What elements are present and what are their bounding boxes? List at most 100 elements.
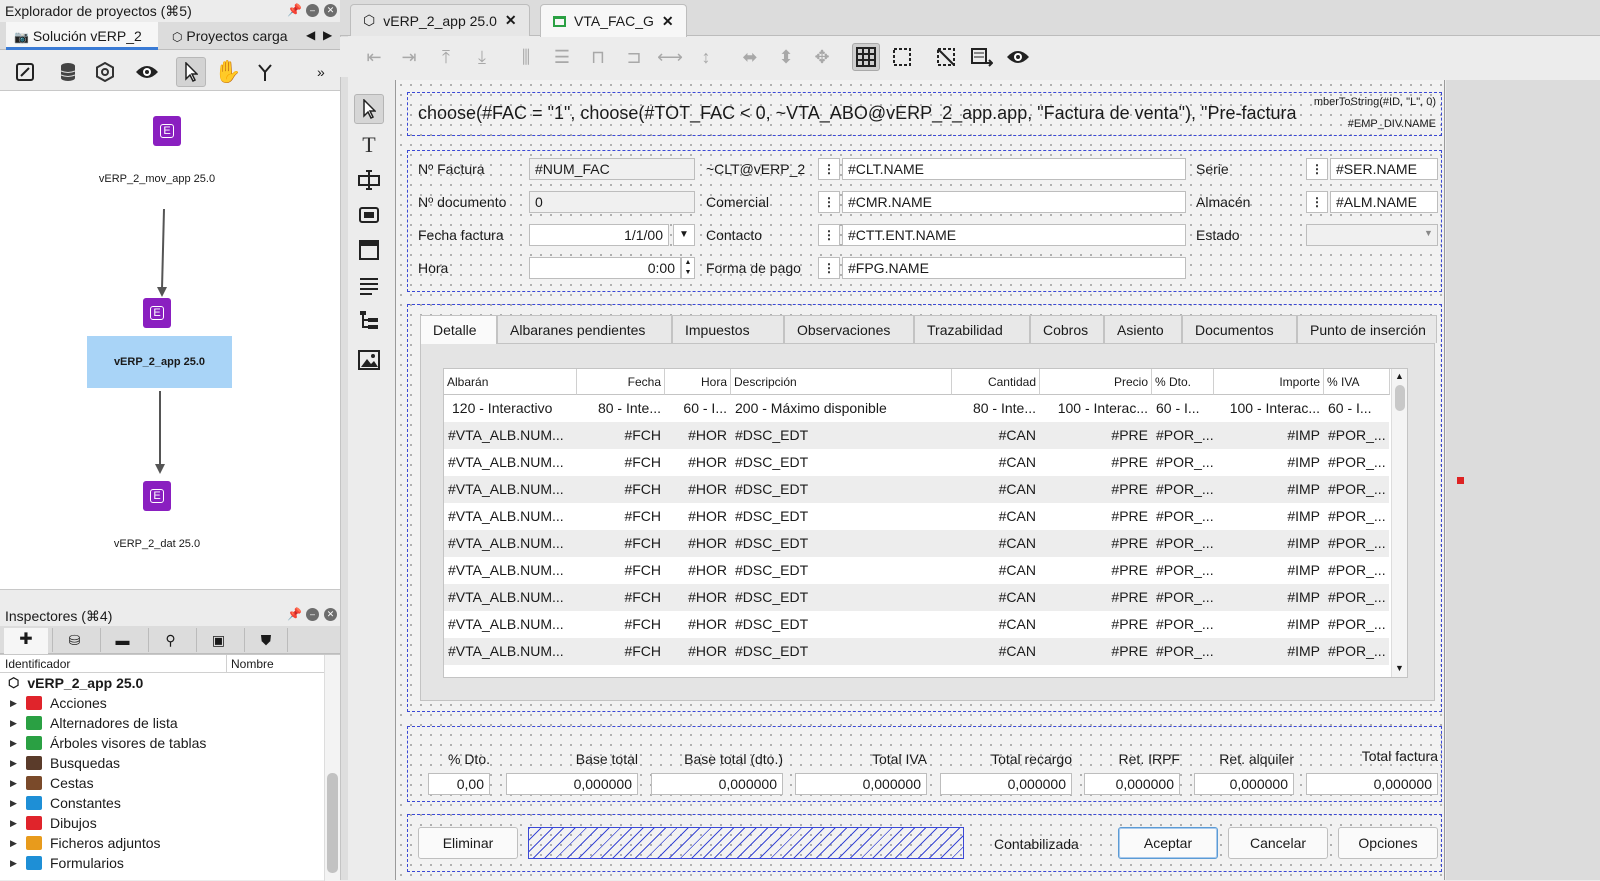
form-tab[interactable]: Detalle bbox=[420, 315, 497, 344]
table-row[interactable]: #VTA_ALB.NUM... #FCH #HOR #DSC_EDT #CAN #PRE #… bbox=[444, 503, 1389, 530]
panel-tool-icon[interactable] bbox=[354, 235, 384, 265]
tree-item[interactable]: ▶ Constantes bbox=[0, 793, 320, 813]
tree-item[interactable]: ▶ Busquedas bbox=[0, 753, 320, 773]
tab-verp-app[interactable]: ⬡ vERP_2_app 25.0 ✕ bbox=[350, 4, 530, 36]
chevron-down-icon[interactable]: ▼ bbox=[1424, 228, 1433, 238]
total-field[interactable]: 0,000000 bbox=[651, 773, 783, 795]
view-icon[interactable]: ▣ bbox=[196, 628, 240, 652]
contacto-field[interactable]: #CTT.ENT.NAME bbox=[842, 224, 1186, 246]
cliente-field[interactable]: #CLT.NAME bbox=[842, 158, 1186, 180]
grid-column-header[interactable]: Importe bbox=[1214, 369, 1324, 395]
tree-item[interactable]: ▶ Dibujos bbox=[0, 813, 320, 833]
almacen-field[interactable]: #ALM.NAME bbox=[1330, 191, 1438, 213]
grid-scrollbar[interactable]: ▲ ▼ bbox=[1391, 369, 1407, 677]
picker-icon[interactable]: ⋮ bbox=[818, 257, 840, 279]
total-field[interactable]: 0,000000 bbox=[1084, 773, 1180, 795]
title-formula[interactable]: choose(#FAC = "1", choose(#TOT_FAC < 0, … bbox=[418, 103, 1298, 124]
tree-scrollbar[interactable] bbox=[324, 655, 340, 881]
project-node-icon[interactable]: E bbox=[153, 116, 181, 146]
eliminar-button[interactable]: Eliminar bbox=[418, 827, 518, 859]
form-tab[interactable]: Impuestos bbox=[672, 315, 784, 343]
close-icon[interactable]: ✕ bbox=[324, 4, 337, 17]
center-horizontal-icon[interactable]: ⟷ bbox=[656, 43, 684, 71]
align-bottom-icon[interactable]: ⤓ bbox=[468, 43, 496, 71]
detail-grid[interactable]: Albarán Fecha Hora Descripción Cantidad Preci… bbox=[443, 368, 1408, 678]
expand-arrow-icon[interactable]: ▶ bbox=[10, 798, 22, 809]
fecha-factura-field[interactable]: 1/1/00 bbox=[529, 224, 669, 246]
minimize-icon[interactable]: – bbox=[306, 4, 319, 17]
expand-arrow-icon[interactable]: ▶ bbox=[10, 858, 22, 869]
tab-order-icon[interactable] bbox=[968, 43, 996, 71]
total-field[interactable]: 0,000000 bbox=[1194, 773, 1294, 795]
image-tool-icon[interactable] bbox=[354, 345, 384, 375]
puzzle-icon[interactable]: ✚ bbox=[4, 628, 48, 654]
hexagon-gear-icon[interactable] bbox=[90, 57, 120, 87]
project-node-icon[interactable]: E bbox=[143, 298, 171, 328]
center-vertical-icon[interactable]: ↕ bbox=[692, 43, 720, 71]
expand-arrow-icon[interactable]: ▶ bbox=[10, 778, 22, 789]
database-icon[interactable] bbox=[53, 57, 83, 87]
total-field[interactable]: 0,00 bbox=[428, 773, 490, 795]
more-icon[interactable]: » bbox=[317, 64, 325, 80]
same-width-icon[interactable]: ⊓ bbox=[584, 43, 612, 71]
col-identificador[interactable]: Identificador bbox=[5, 657, 70, 671]
tree-root[interactable]: ⬡ vERP_2_app 25.0 bbox=[0, 673, 320, 693]
input-tool-icon[interactable] bbox=[354, 165, 384, 195]
node-label-mov[interactable]: vERP_2_mov_app 25.0 bbox=[57, 173, 257, 185]
eye-icon[interactable] bbox=[1004, 43, 1032, 71]
resize-handle[interactable] bbox=[1457, 477, 1464, 484]
move-icon[interactable]: ✥ bbox=[808, 43, 836, 71]
form-tab[interactable]: Asiento bbox=[1104, 315, 1182, 343]
table-row[interactable]: #VTA_ALB.NUM... #FCH #HOR #DSC_EDT #CAN #PRE #… bbox=[444, 449, 1389, 476]
distribute-horizontal-icon[interactable]: ⫼ bbox=[512, 43, 540, 71]
form-tab[interactable]: Cobros bbox=[1030, 315, 1104, 343]
grid-column-header[interactable]: Fecha bbox=[577, 369, 665, 395]
scroll-right-icon[interactable]: ▶ bbox=[323, 28, 332, 42]
chevron-down-icon[interactable]: ▼ bbox=[673, 224, 695, 246]
tree-tool-icon[interactable] bbox=[354, 305, 384, 335]
align-right-icon[interactable]: ⇥ bbox=[395, 43, 423, 71]
serie-field[interactable]: #SER.NAME bbox=[1330, 158, 1438, 180]
table-row[interactable]: #VTA_ALB.NUM... #FCH #HOR #DSC_EDT #CAN #PRE #… bbox=[444, 584, 1389, 611]
picker-icon[interactable]: ⋮ bbox=[1306, 191, 1328, 213]
close-icon[interactable]: ✕ bbox=[324, 608, 337, 621]
folder-icon[interactable]: ▬ bbox=[100, 628, 144, 652]
grid-column-header[interactable]: % IVA bbox=[1324, 369, 1390, 395]
shield-icon[interactable]: ⛊ bbox=[244, 628, 288, 652]
estado-select[interactable] bbox=[1306, 224, 1438, 246]
tree-item[interactable]: ▶ Acciones bbox=[0, 693, 320, 713]
col-nombre[interactable]: Nombre bbox=[226, 655, 278, 673]
pin-icon[interactable]: 📌 bbox=[287, 608, 302, 621]
tab-solucion[interactable]: 📷 Solución vERP_2 bbox=[6, 22, 158, 50]
hora-field[interactable]: 0:00 bbox=[529, 257, 681, 279]
form-tab[interactable]: Albaranes pendientes bbox=[497, 315, 672, 343]
tree-item[interactable]: ▶ Formularios bbox=[0, 853, 320, 873]
expand-arrow-icon[interactable]: ▶ bbox=[10, 698, 22, 709]
cancelar-button[interactable]: Cancelar bbox=[1228, 827, 1328, 859]
comercial-field[interactable]: #CMR.NAME bbox=[842, 191, 1186, 213]
table-row[interactable]: #VTA_ALB.NUM... #FCH #HOR #DSC_EDT #CAN #PRE #… bbox=[444, 422, 1389, 449]
table-row[interactable]: #VTA_ALB.NUM... #FCH #HOR #DSC_EDT #CAN #PRE #… bbox=[444, 476, 1389, 503]
picker-icon[interactable]: ⋮ bbox=[1306, 158, 1328, 180]
search-icon[interactable]: ⚲ bbox=[148, 628, 192, 652]
align-top-icon[interactable]: ⤒ bbox=[432, 43, 460, 71]
opciones-button[interactable]: Opciones bbox=[1338, 827, 1438, 859]
minimize-icon[interactable]: – bbox=[306, 608, 319, 621]
close-icon[interactable]: ✕ bbox=[505, 12, 517, 29]
tree-item[interactable]: ▶ Ficheros adjuntos bbox=[0, 833, 320, 853]
form-tab[interactable]: Trazabilidad bbox=[914, 315, 1030, 343]
pointer-icon[interactable] bbox=[176, 57, 206, 87]
pin-icon[interactable]: 📌 bbox=[287, 4, 302, 17]
time-stepper-icon[interactable]: ▲ ▼ bbox=[681, 257, 695, 279]
scrollbar-thumb[interactable] bbox=[1395, 385, 1405, 411]
picker-icon[interactable]: ⋮ bbox=[818, 158, 840, 180]
hand-icon[interactable]: ✋ bbox=[213, 57, 243, 87]
fit-width-icon[interactable]: ⬌ bbox=[736, 43, 764, 71]
num-documento-field[interactable]: 0 bbox=[529, 191, 695, 213]
emp-div-label[interactable]: #EMP_DIV.NAME bbox=[1308, 118, 1436, 130]
num-factura-field[interactable]: #NUM_FAC bbox=[529, 158, 695, 180]
expand-arrow-icon[interactable]: ▶ bbox=[10, 758, 22, 769]
list-tool-icon[interactable] bbox=[354, 270, 384, 300]
scrollbar-thumb[interactable] bbox=[327, 773, 338, 873]
tab-vta-fac-g[interactable]: VTA_FAC_G ✕ bbox=[540, 4, 687, 37]
